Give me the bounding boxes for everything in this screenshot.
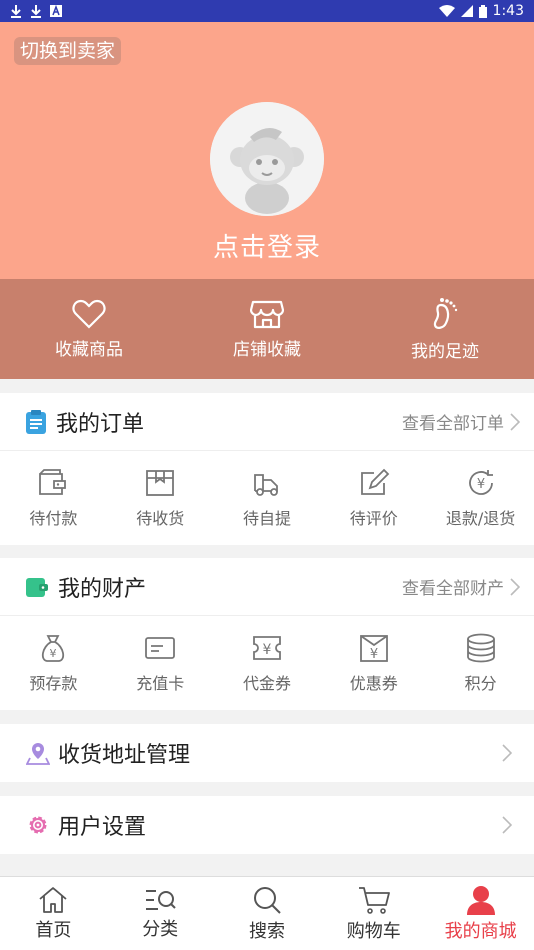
svg-text:¥: ¥ <box>50 647 57 660</box>
gear-icon <box>29 816 47 834</box>
truck-icon <box>254 474 278 496</box>
order-pending-receipt[interactable]: 待收货 <box>107 451 214 545</box>
asset-label: 预存款 <box>29 674 78 693</box>
assets-title: 我的财产 <box>58 576 147 602</box>
chevron-right-icon <box>502 744 512 762</box>
profile-header: 切换到卖家 点击登录 <box>0 22 534 279</box>
order-pending-review[interactable]: 待评价 <box>320 451 427 545</box>
order-label: 待自提 <box>242 509 291 528</box>
view-all-orders-label: 查看全部订单 <box>402 414 504 434</box>
asset-coupon[interactable]: ¥ 优惠券 <box>320 616 427 710</box>
settings-title: 用户设置 <box>58 815 147 840</box>
orders-grid: 待付款 待收货 待自提 待评价 ¥ 退款/退货 <box>0 451 534 545</box>
address-title: 收货地址管理 <box>58 743 191 768</box>
asset-label: 积分 <box>464 674 497 693</box>
nav-label: 分类 <box>142 918 179 940</box>
refund-icon: ¥ <box>468 470 493 495</box>
view-all-assets-label: 查看全部财产 <box>402 579 504 599</box>
voucher-icon: ¥ <box>253 636 281 660</box>
quick-label: 收藏商品 <box>55 339 123 360</box>
battery-icon <box>478 4 487 18</box>
avatar[interactable] <box>210 102 324 216</box>
nav-label: 购物车 <box>346 920 401 942</box>
heart-icon <box>72 299 106 329</box>
footprint-icon <box>433 297 458 329</box>
asset-recharge-card[interactable]: 充值卡 <box>107 616 214 710</box>
quick-actions: 收藏商品 店铺收藏 我的足迹 <box>0 279 534 379</box>
order-label: 待评价 <box>349 509 398 528</box>
asset-voucher[interactable]: ¥ 代金券 <box>214 616 321 710</box>
order-label: 退款/退货 <box>445 509 516 528</box>
quick-label: 我的足迹 <box>411 341 479 362</box>
a-icon <box>50 5 62 17</box>
wallet-green-icon <box>26 577 48 597</box>
wifi-icon <box>438 5 455 17</box>
order-label: 待付款 <box>29 509 78 528</box>
favorite-goods-button[interactable]: 收藏商品 <box>0 279 178 379</box>
order-refund[interactable]: ¥ 退款/退货 <box>427 451 534 545</box>
category-icon <box>146 889 176 910</box>
order-pending-pickup[interactable]: 待自提 <box>214 451 321 545</box>
address-management-row[interactable]: 收货地址管理 <box>0 724 534 782</box>
nav-my-mall[interactable]: 我的商城 <box>427 877 534 950</box>
order-pending-payment[interactable]: 待付款 <box>0 451 107 545</box>
nav-label: 首页 <box>35 919 72 941</box>
svg-text:¥: ¥ <box>370 647 378 662</box>
asset-label: 代金券 <box>242 674 291 693</box>
svg-text:¥: ¥ <box>476 477 484 492</box>
nav-category[interactable]: 分类 <box>107 877 214 950</box>
order-label: 待收货 <box>136 509 185 528</box>
money-bag-icon: ¥ <box>42 635 65 662</box>
user-settings-row[interactable]: 用户设置 <box>0 796 534 854</box>
view-all-assets-link[interactable]: 查看全部财产 <box>402 574 520 599</box>
nav-home[interactable]: 首页 <box>0 877 107 950</box>
shop-icon <box>250 300 284 328</box>
card-icon <box>145 637 176 659</box>
edit-icon <box>360 468 390 495</box>
nav-label: 搜索 <box>248 920 285 942</box>
cart-icon <box>358 886 390 914</box>
status-bar: 1:43 <box>0 0 534 22</box>
nav-label: 我的商城 <box>444 920 517 942</box>
asset-points[interactable]: 积分 <box>427 616 534 710</box>
box-icon <box>146 470 175 496</box>
quick-label: 店铺收藏 <box>233 339 301 360</box>
nav-search[interactable]: 搜索 <box>214 877 321 950</box>
assets-header[interactable]: 我的财产 查看全部财产 <box>0 558 534 616</box>
login-link[interactable]: 点击登录 <box>0 227 534 264</box>
chevron-right-icon <box>510 412 520 431</box>
assets-section: 我的财产 查看全部财产 ¥ 预存款 充值卡 ¥ 代金券 ¥ 优惠券 积分 <box>0 558 534 710</box>
asset-label: 优惠券 <box>349 674 398 693</box>
view-all-orders-link[interactable]: 查看全部订单 <box>402 409 520 434</box>
download-icon <box>31 5 41 18</box>
coins-icon <box>466 633 495 663</box>
bottom-navigation: 首页 分类 搜索 购物车 我的商城 <box>0 876 534 950</box>
svg-text:¥: ¥ <box>263 642 272 658</box>
chevron-right-icon <box>510 577 520 596</box>
wallet-icon <box>39 469 67 495</box>
coupon-icon: ¥ <box>359 635 388 662</box>
location-icon <box>26 743 50 765</box>
clipboard-icon <box>26 409 46 434</box>
search-icon <box>253 886 281 914</box>
orders-title: 我的订单 <box>56 411 145 437</box>
user-icon <box>466 885 495 915</box>
orders-header[interactable]: 我的订单 查看全部订单 <box>0 393 534 451</box>
download-icon <box>11 5 21 18</box>
switch-to-seller-button[interactable]: 切换到卖家 <box>14 37 122 65</box>
orders-section: 我的订单 查看全部订单 待付款 待收货 待自提 待评价 ¥ 退款/退货 <box>0 393 534 545</box>
home-icon <box>39 886 67 913</box>
footprint-button[interactable]: 我的足迹 <box>356 279 534 379</box>
asset-deposit[interactable]: ¥ 预存款 <box>0 616 107 710</box>
favorite-shops-button[interactable]: 店铺收藏 <box>178 279 356 379</box>
chevron-right-icon <box>502 816 512 834</box>
assets-grid: ¥ 预存款 充值卡 ¥ 代金券 ¥ 优惠券 积分 <box>0 616 534 710</box>
asset-label: 充值卡 <box>136 674 185 693</box>
signal-icon <box>460 5 473 17</box>
nav-cart[interactable]: 购物车 <box>320 877 427 950</box>
status-time: 1:43 <box>492 3 524 19</box>
